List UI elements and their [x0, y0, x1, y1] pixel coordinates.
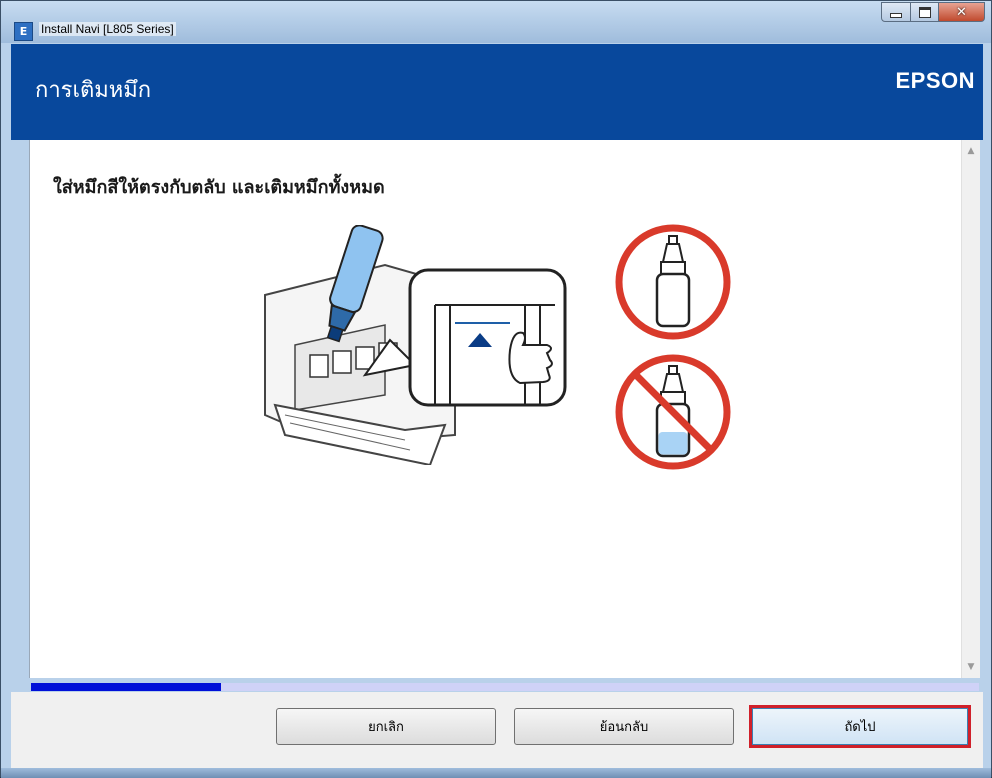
back-button-label: ย้อนกลับ	[599, 720, 649, 735]
instruction-text: ใส่หมึกสีให้ตรงกับตลับ และเติมหมึกทั้งหม…	[53, 177, 385, 198]
window-title: Install Navi [L805 Series]	[39, 22, 176, 36]
next-button[interactable]: ถัดไป	[749, 705, 971, 748]
progress-bar	[31, 683, 979, 691]
progress-fill	[31, 683, 221, 691]
full-ink-bottle-icon	[615, 224, 731, 340]
maximize-button[interactable]	[911, 2, 939, 22]
brand-logo: EPSON	[895, 68, 975, 93]
button-bar: ยกเลิก ย้อนกลับ ถัดไป	[11, 692, 983, 768]
cancel-button-label: ยกเลิก	[368, 720, 404, 735]
title-bar[interactable]: E Install Navi [L805 Series] ✕	[1, 1, 991, 43]
installer-window: E Install Navi [L805 Series] ✕ การเติมหม…	[0, 0, 992, 778]
page-title: การเติมหมึก	[35, 78, 152, 103]
caption-buttons: ✕	[881, 2, 985, 22]
minimize-icon	[890, 12, 902, 18]
maximize-icon	[918, 6, 931, 18]
vertical-scrollbar[interactable]: ▲ ▼	[961, 140, 980, 678]
next-button-inner: ถัดไป	[752, 708, 968, 745]
next-button-label: ถัดไป	[844, 720, 876, 735]
content-area: ใส่หมึกสีให้ตรงกับตลับ และเติมหมึกทั้งหม…	[29, 140, 963, 678]
prohibited-partial-bottle-icon	[615, 354, 731, 470]
scroll-down-icon[interactable]: ▼	[962, 660, 980, 674]
app-icon: E	[14, 22, 33, 41]
cancel-button[interactable]: ยกเลิก	[276, 708, 496, 745]
close-icon: ✕	[956, 4, 967, 20]
page-header: การเติมหมึก EPSON	[11, 44, 983, 140]
minimize-button[interactable]	[881, 2, 911, 22]
back-button[interactable]: ย้อนกลับ	[514, 708, 734, 745]
close-button[interactable]: ✕	[939, 2, 985, 22]
printer-refill-illustration-icon	[264, 225, 567, 465]
scroll-up-icon[interactable]: ▲	[962, 144, 980, 158]
